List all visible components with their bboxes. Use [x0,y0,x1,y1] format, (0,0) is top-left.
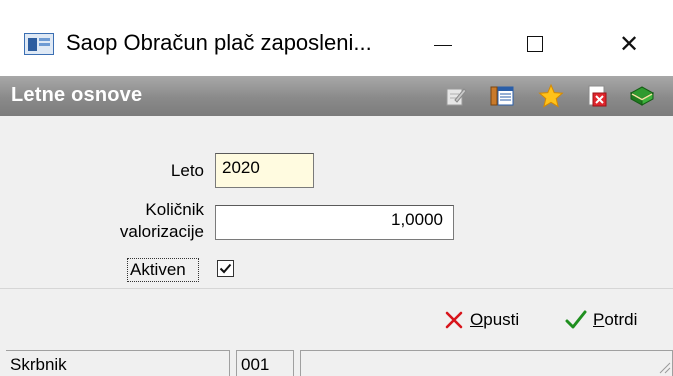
delete-record-icon [588,85,607,107]
maximize-icon [527,36,543,52]
favorite-star-icon [538,83,564,108]
cancel-x-icon [444,310,464,330]
minimize-icon [434,44,452,46]
edit-icon [446,88,467,106]
status-user: Skrbnik [6,350,230,376]
columns-icon [490,86,514,106]
kolicnik-label-line2: valorizacije [119,222,204,241]
aktiven-checkbox[interactable] [217,260,234,277]
status-bar: Skrbnik 001 [0,346,673,376]
leto-input[interactable]: 2020 [215,153,314,188]
status-code: 001 [236,350,294,376]
kolicnik-label-line1: Količnik [145,200,204,219]
window-title: Saop Obračun plač zaposleni... [66,30,372,55]
favorite-button[interactable] [536,81,566,111]
close-icon: ✕ [618,30,640,58]
cancel-label: Opusti [470,310,520,329]
app-icon [24,33,54,55]
form-title: Letne osnove [11,84,143,106]
form-header: Letne osnove [0,76,673,116]
aktiven-label[interactable]: Aktiven [127,258,199,282]
status-message [300,350,673,376]
leto-label: Leto [170,161,204,180]
maximize-button[interactable] [506,22,564,66]
title-bar: Saop Obračun plač zaposleni... ✕ [0,0,673,76]
cancel-button[interactable]: Opusti [444,306,519,334]
edit-button[interactable] [441,81,471,111]
close-button[interactable]: ✕ [600,22,658,66]
kolicnik-label: Količnik valorizacije [100,199,204,243]
checkmark-icon [219,263,232,274]
delete-record-button[interactable] [582,81,612,111]
kolicnik-valorizacije-input[interactable]: 1,0000 [215,205,454,240]
confirm-check-icon [565,309,587,331]
help-button[interactable] [627,81,657,111]
resize-grip-icon[interactable] [655,358,671,374]
minimize-button[interactable] [414,22,472,66]
confirm-label: Potrdi [593,310,638,329]
form-divider [0,288,673,289]
help-book-icon [629,86,655,106]
app-window: Saop Obračun plač zaposleni... ✕ Letne o… [0,0,673,376]
columns-button[interactable] [487,81,517,111]
confirm-button[interactable]: Potrdi [565,306,637,334]
